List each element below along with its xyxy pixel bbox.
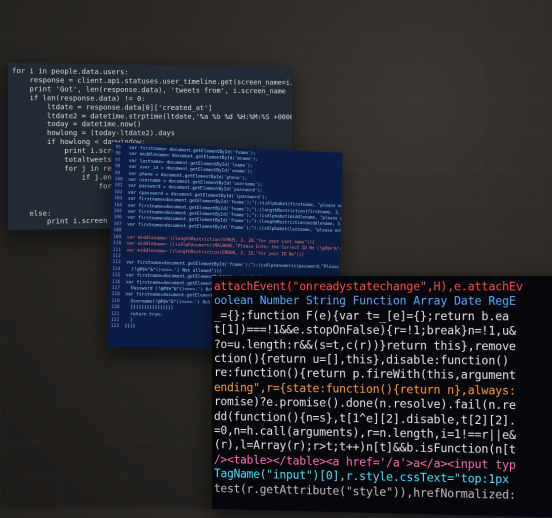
minified-js-line: attachEvent("onreadystatechange",H),e.at…: [214, 280, 552, 295]
js-code-text: }: [125, 318, 133, 323]
js-code-text: }}}}: [125, 325, 136, 330]
js-code-text: Username(!@#$%^&*()<>>=-') Not all: [125, 299, 221, 305]
line-number: 123: [111, 324, 125, 331]
js-code-text: return true;: [125, 312, 163, 317]
minified-js-line: oolean Number String Function Array Date…: [214, 294, 552, 310]
js-code-text: }}}}}}}}}}}}}}}}: [125, 305, 173, 311]
minified-javascript-panel: attachEvent("onreadystatechange",H),e.at…: [212, 276, 552, 518]
